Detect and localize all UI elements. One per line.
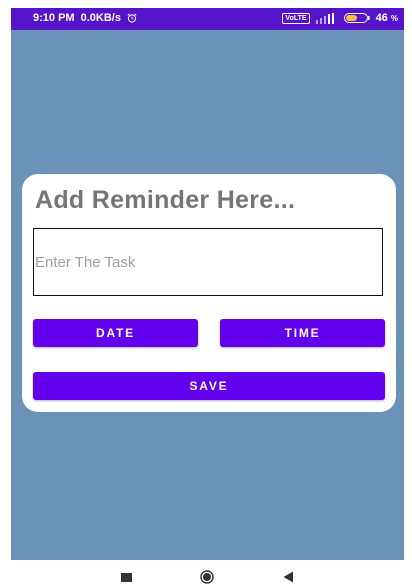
status-left: 9:10 PM 0.0KB/s <box>33 12 137 24</box>
status-time: 9:10 PM <box>33 12 75 24</box>
time-button[interactable]: TIME <box>220 319 385 347</box>
app-screen: 9:10 PM 0.0KB/s VoLTE 46 % Add Reminder … <box>11 8 404 560</box>
navigation-bar <box>0 560 412 588</box>
back-icon[interactable] <box>283 571 294 583</box>
battery-icon <box>343 13 370 23</box>
reminder-dialog: Add Reminder Here... DATE TIME SAVE <box>22 174 396 412</box>
status-bar: 9:10 PM 0.0KB/s VoLTE 46 % <box>11 8 404 30</box>
task-input[interactable] <box>33 228 383 296</box>
volte-icon: VoLTE <box>282 12 310 24</box>
dialog-title: Add Reminder Here... <box>35 186 296 214</box>
alarm-clock-icon <box>127 13 137 23</box>
battery-value: 46 <box>375 12 388 24</box>
signal-icon <box>315 12 334 24</box>
home-icon[interactable] <box>200 570 214 584</box>
date-button[interactable]: DATE <box>33 319 198 347</box>
battery-percentage: 46 % <box>376 12 398 24</box>
network-speed: 0.0KB/s <box>80 12 121 24</box>
status-right: VoLTE 46 % <box>282 12 398 24</box>
save-button[interactable]: SAVE <box>33 372 385 400</box>
recent-apps-icon[interactable] <box>121 573 132 582</box>
battery-unit: % <box>390 14 398 23</box>
